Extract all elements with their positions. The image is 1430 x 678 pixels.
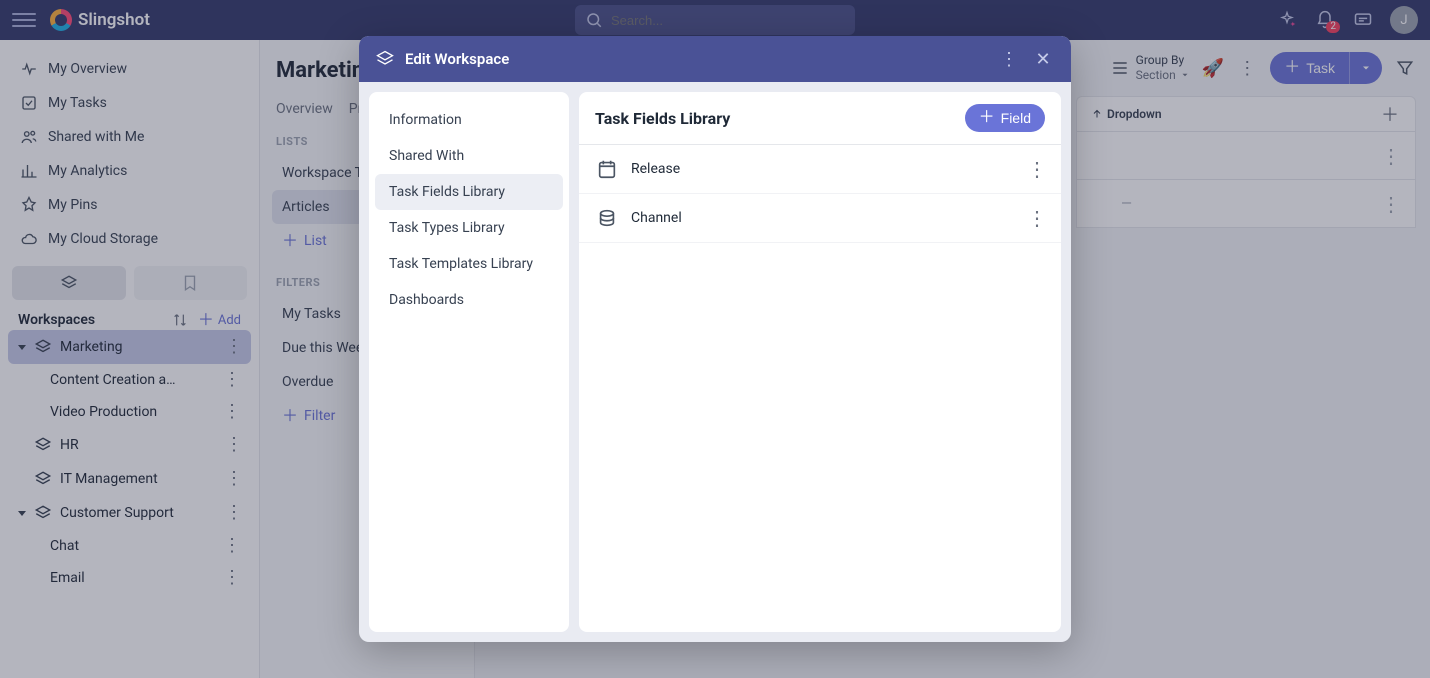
calendar-icon <box>595 157 619 181</box>
field-channel[interactable]: Channel ⋮ <box>579 194 1061 243</box>
side-task-types-library[interactable]: Task Types Library <box>375 210 563 246</box>
modal-content: Task Fields Library ＋Field Release ⋮ Cha… <box>579 92 1061 632</box>
side-shared-with[interactable]: Shared With <box>375 138 563 174</box>
side-task-templates-library[interactable]: Task Templates Library <box>375 246 563 282</box>
field-release[interactable]: Release ⋮ <box>579 145 1061 194</box>
modal-more-icon[interactable]: ⋮ <box>997 49 1021 70</box>
field-more-icon[interactable]: ⋮ <box>1027 162 1045 176</box>
add-field-button[interactable]: ＋Field <box>965 104 1045 132</box>
layers-icon <box>375 49 395 69</box>
modal-overlay[interactable]: Edit Workspace ⋮ ✕ Information Shared Wi… <box>0 0 1430 678</box>
close-icon[interactable]: ✕ <box>1031 49 1055 70</box>
edit-workspace-modal: Edit Workspace ⋮ ✕ Information Shared Wi… <box>359 36 1071 642</box>
content-title: Task Fields Library <box>595 109 730 128</box>
modal-side-nav: Information Shared With Task Fields Libr… <box>369 92 569 632</box>
modal-title: Edit Workspace <box>405 50 509 68</box>
channel-icon <box>595 206 619 230</box>
side-task-fields-library[interactable]: Task Fields Library <box>375 174 563 210</box>
side-dashboards[interactable]: Dashboards <box>375 282 563 318</box>
field-more-icon[interactable]: ⋮ <box>1027 211 1045 225</box>
side-information[interactable]: Information <box>375 102 563 138</box>
